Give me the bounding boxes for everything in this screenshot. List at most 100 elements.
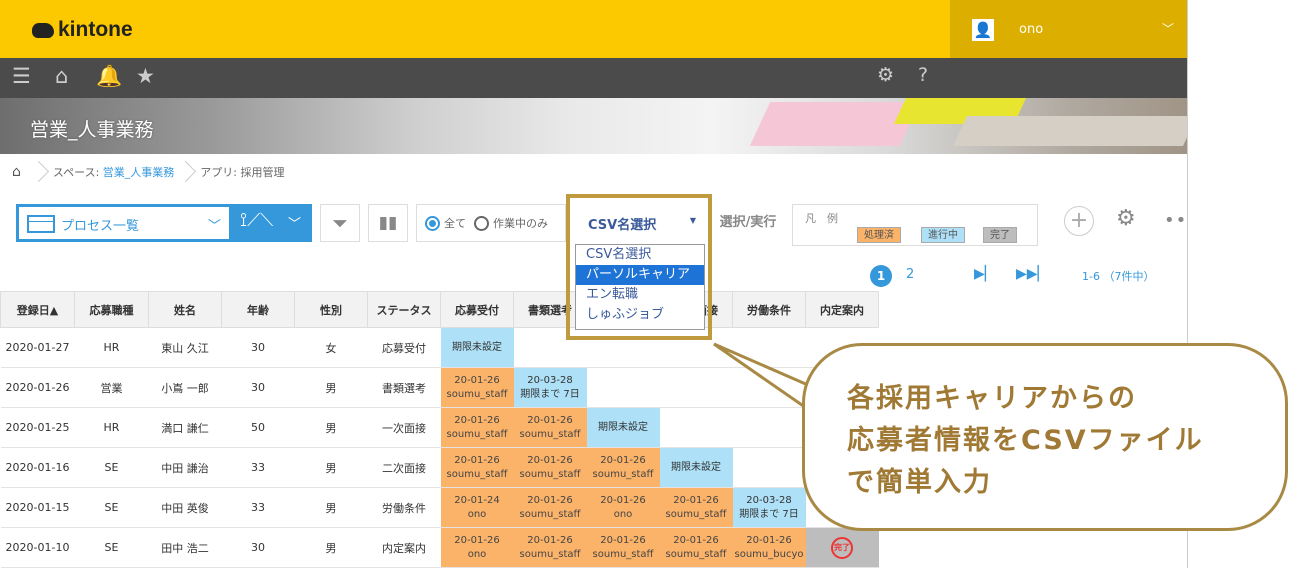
legend: 凡 例 処理済 進行中 完了 — [792, 204, 1038, 246]
cell-date: 2020-01-10 — [0, 527, 75, 568]
cell-date: 2020-01-15 — [0, 487, 75, 528]
stage-cell: 20-01-26 soumu_staff — [659, 527, 733, 568]
breadcrumb-space-link[interactable]: 営業_人事業務 — [103, 166, 175, 179]
stage-line-2: ono — [467, 508, 487, 520]
stage-line-1: 期限未設定 — [598, 421, 648, 433]
table-icon — [27, 215, 55, 233]
stage-line-2: 期限まで 7日 — [739, 508, 799, 520]
add-record-button[interactable]: + — [1064, 206, 1094, 236]
star-icon[interactable]: ★ — [136, 64, 155, 88]
settings-gear-icon[interactable]: ⚙ — [1116, 206, 1136, 231]
column-header[interactable]: 内定案内 — [805, 291, 879, 328]
cell-status: 内定案内 — [367, 527, 441, 568]
graph-menu-button[interactable]: ⟟⟋⟍ ﹀ — [232, 204, 312, 242]
stage-line-1: 20-01-26 — [600, 494, 646, 506]
breadcrumb-app[interactable]: アプリ: 採用管理 — [194, 164, 290, 180]
column-header[interactable]: 応募受付 — [440, 291, 514, 328]
stage-line-2: ono — [467, 548, 487, 560]
kintone-logo[interactable]: kintone — [32, 18, 133, 42]
table-row[interactable]: 2020-01-10 SE 田中 浩二 30 男内定案内 20-01-26 ono 20-01… — [0, 527, 879, 568]
cell-sex: 男 — [294, 407, 368, 448]
stage-line-2: soumu_staff — [519, 508, 581, 520]
help-icon[interactable]: ? — [918, 64, 928, 86]
cell-job: SE — [74, 447, 149, 488]
table-row[interactable]: 2020-01-25 HR 満口 謙仁 50 男一次面接 20-01-26 soumu_st… — [0, 407, 879, 448]
table-row[interactable]: 2020-01-15 SE 中田 英俊 33 男労働条件 20-01-24 ono 20-01… — [0, 487, 879, 528]
stage-cell: 20-01-26 soumu_staff — [513, 487, 587, 528]
stage-line-1: 20-01-26 — [527, 414, 573, 426]
stage-line-1: 期限未設定 — [452, 341, 502, 353]
process-filter: 全て 作業中のみ — [416, 204, 566, 242]
stage-line-1: 20-01-26 — [454, 534, 500, 546]
stage-line-2: soumu_staff — [519, 428, 581, 440]
breadcrumb: ⌂ スペース: 営業_人事業務 アプリ: 採用管理 — [0, 154, 1187, 190]
callout-line: 各採用キャリアからの — [847, 383, 1137, 414]
cell-age: 33 — [221, 447, 295, 488]
column-header[interactable]: 姓名 — [148, 291, 222, 328]
stage-cell: 20-01-24 ono — [440, 487, 514, 528]
table-row[interactable]: 2020-01-27 HR 東山 久江 30 女応募受付 期限未設定 — [0, 327, 879, 368]
cell-age: 30 — [221, 327, 295, 368]
nav-bar: ☰ ⌂ 🔔 ★ ⚙ ? ⚲ — [0, 58, 1187, 151]
more-options-icon[interactable]: ••• — [1164, 210, 1187, 231]
bell-icon[interactable]: 🔔 — [96, 64, 122, 89]
radio-all-label: 全て — [444, 217, 466, 230]
cell-job: HR — [74, 327, 149, 368]
stage-cell: 20-01-26 soumu_staff — [513, 447, 587, 488]
menu-icon[interactable]: ☰ — [12, 64, 31, 88]
cell-status: 書類選考 — [367, 367, 441, 408]
radio-all[interactable] — [425, 215, 440, 231]
filter-button[interactable]: ⏷ — [320, 204, 360, 242]
gear-icon[interactable]: ⚙ — [877, 64, 894, 86]
chevron-down-icon: ﹀ — [207, 219, 221, 234]
next-page-icon[interactable]: ▶▏ — [974, 266, 996, 282]
cell-sex: 男 — [294, 447, 368, 488]
cell-name: 東山 久江 — [148, 327, 222, 368]
chevron-down-icon: ﹀ — [1161, 22, 1174, 36]
user-name: ono — [1019, 22, 1044, 37]
stage-cell: 20-01-26 soumu_staff — [659, 487, 733, 528]
breadcrumb-space: スペース: 営業_人事業務 — [47, 164, 180, 180]
stage-line-1: 期限未設定 — [671, 461, 721, 473]
cell-age: 50 — [221, 407, 295, 448]
stage-line-1: 20-01-26 — [454, 454, 500, 466]
cell-job: HR — [74, 407, 149, 448]
column-header[interactable]: 労働条件 — [732, 291, 806, 328]
aggregate-button[interactable]: ▮▮ — [368, 204, 408, 242]
table-row[interactable]: 2020-01-26 営業 小嶌 一郎 30 男書類選考 20-01-26 soumu_st… — [0, 367, 879, 408]
run-button[interactable]: 選択/実行 — [712, 204, 784, 242]
graph-icon: ⟟⟋⟍ — [240, 209, 274, 231]
last-page-icon[interactable]: ▶▶▏ — [1016, 266, 1048, 282]
legend-title: 凡 例 — [805, 212, 838, 225]
stage-line-1: 20-01-26 — [600, 454, 646, 466]
cell-job: SE — [74, 487, 149, 528]
page-1[interactable]: 1 — [870, 265, 892, 287]
stage-line-1: 20-01-26 — [746, 534, 792, 546]
user-menu[interactable]: 👤 ono ﹀ — [950, 0, 1187, 58]
home-icon[interactable]: ⌂ — [55, 64, 68, 88]
stage-line-1: 20-03-28 — [746, 494, 792, 506]
table-row[interactable]: 2020-01-16 SE 中田 謙治 33 男二次面接 20-01-26 soumu_st… — [0, 447, 879, 488]
cell-sex: 男 — [294, 487, 368, 528]
column-header[interactable]: 応募職種 — [74, 291, 149, 328]
cell-name: 満口 謙仁 — [148, 407, 222, 448]
record-count: 1-6 （7件中） — [1082, 270, 1155, 283]
cell-age: 30 — [221, 367, 295, 408]
page-2[interactable]: 2 — [906, 267, 914, 282]
column-header[interactable]: 年齢 — [221, 291, 295, 328]
stage-cell: 20-01-26 ono — [586, 487, 660, 528]
stage-line-1: 20-01-26 — [600, 534, 646, 546]
column-header[interactable]: ステータス — [367, 291, 441, 328]
column-header[interactable]: 性別 — [294, 291, 368, 328]
stage-cell-empty — [586, 367, 660, 408]
records-table: 登録日▲応募職種姓名年齢性別ステータス応募受付書類選考一次面接二次面接労働条件内… — [0, 291, 879, 568]
cell-name: 中田 謙治 — [148, 447, 222, 488]
radio-working[interactable] — [474, 215, 489, 231]
stage-line-2: soumu_bucyo — [734, 548, 804, 560]
stage-cell: 20-01-26 soumu_staff — [586, 447, 660, 488]
column-header[interactable]: 登録日▲ — [0, 291, 75, 328]
view-select[interactable]: プロセス一覧 ﹀ — [16, 204, 232, 242]
stage-cell: 20-03-28 期限まで 7日 — [732, 487, 806, 528]
stage-cell: 20-01-26 soumu_staff — [440, 447, 514, 488]
stage-cell: 20-01-26 ono — [440, 527, 514, 568]
